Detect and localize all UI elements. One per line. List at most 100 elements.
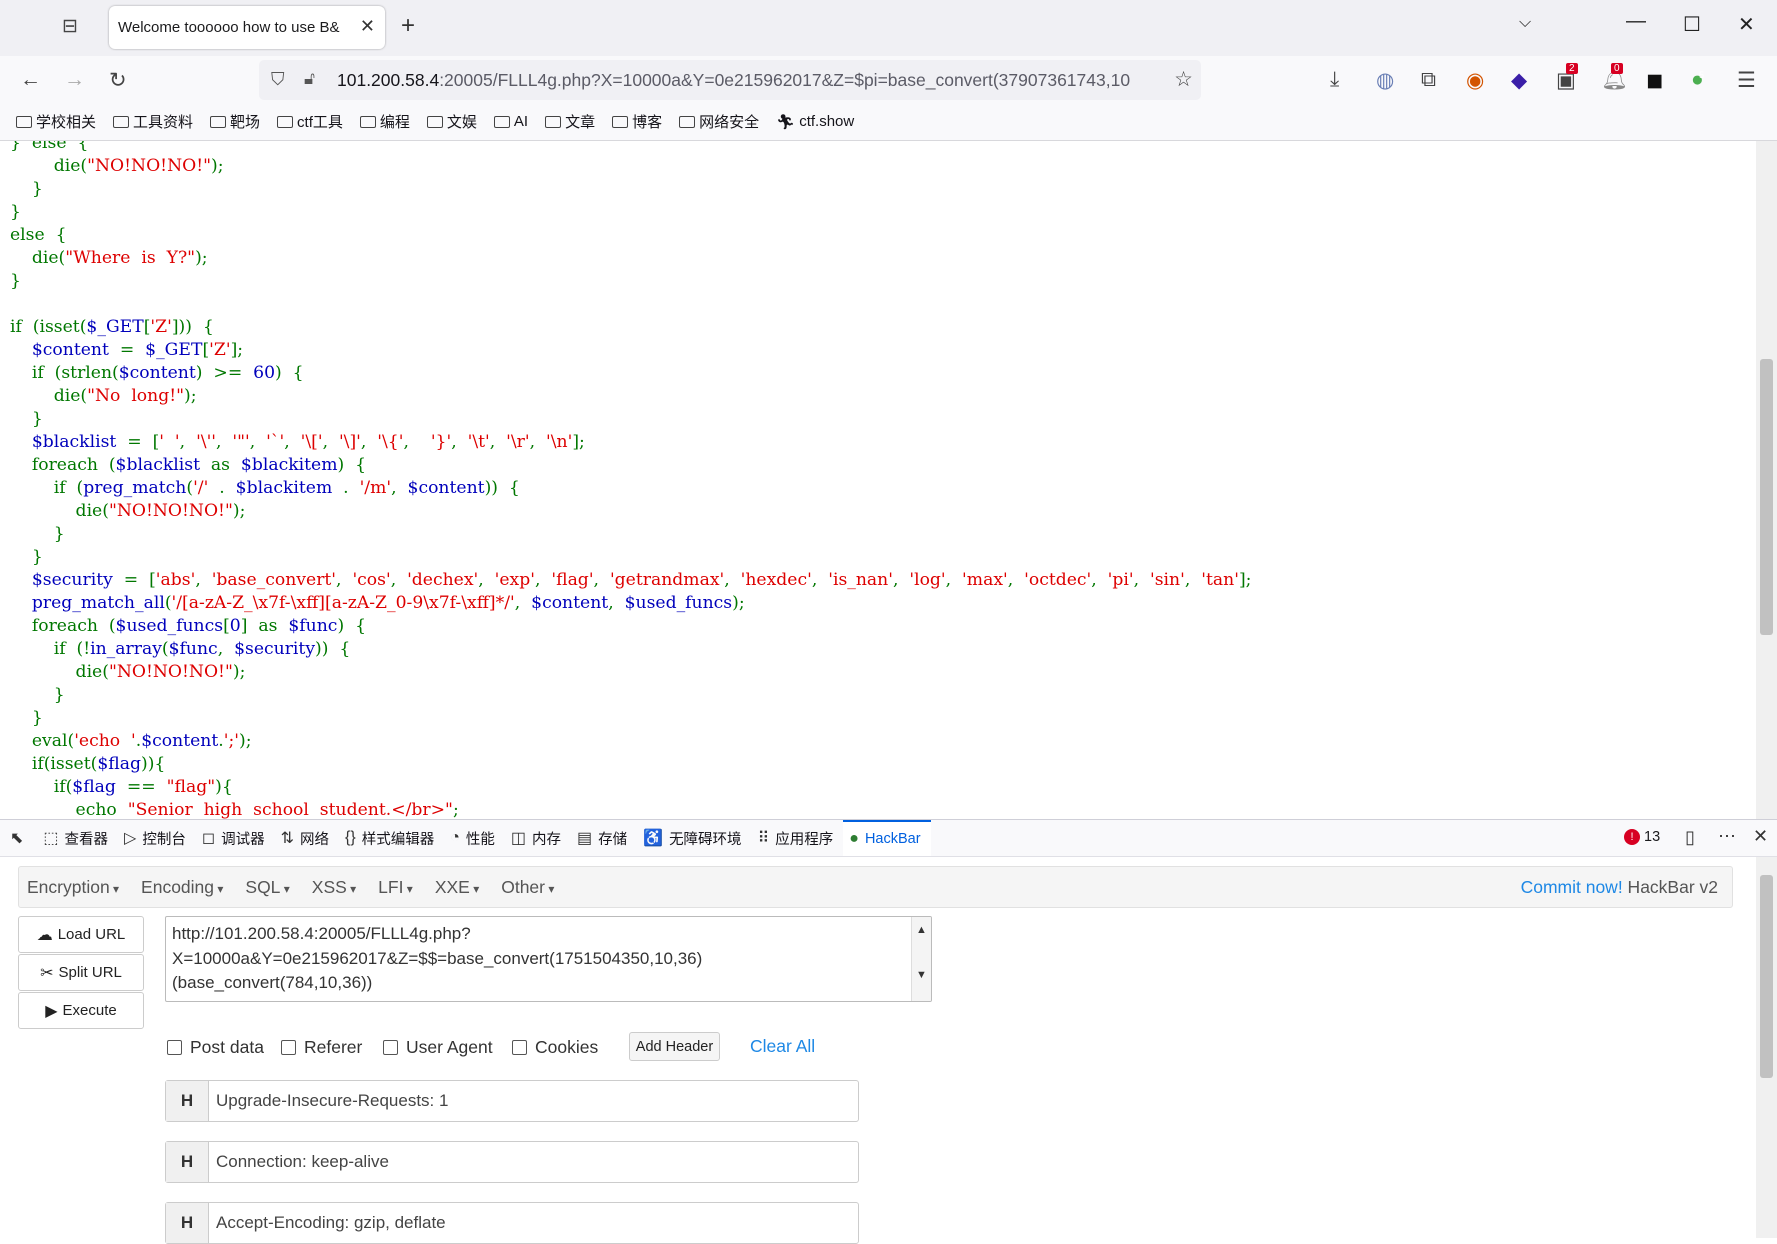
- checkbox-box[interactable]: [383, 1040, 398, 1055]
- split-url-button[interactable]: ✂ Split URL: [18, 954, 144, 991]
- extension-blocker-icon[interactable]: ◉: [1466, 68, 1484, 93]
- devtools-tab[interactable]: ⇅ 网络: [275, 820, 339, 856]
- bookmark-item[interactable]: 学校相关: [16, 111, 96, 132]
- code-line: }: [10, 546, 1756, 569]
- commit-link-text[interactable]: Commit now!: [1521, 877, 1623, 897]
- hackbar-menu-dropdown[interactable]: Other: [501, 877, 554, 898]
- execute-button[interactable]: ▶ Execute: [18, 992, 144, 1029]
- code-token: '\t': [467, 432, 490, 452]
- hackbar-menu-dropdown[interactable]: XXE: [435, 877, 479, 898]
- bookmark-item[interactable]: 靶场: [210, 111, 260, 132]
- insecure-lock-icon[interactable]: 🔓︎: [304, 69, 315, 89]
- code-line: else {: [10, 224, 1756, 247]
- scrollbar-thumb[interactable]: [1760, 359, 1773, 635]
- folder-icon: [113, 115, 130, 128]
- checkbox-box[interactable]: [281, 1040, 296, 1055]
- devtools-tab[interactable]: ◻ 调试器: [196, 820, 275, 856]
- extension-diamond-icon[interactable]: ◆: [1511, 68, 1527, 93]
- hackbar-menu-dropdown[interactable]: LFI: [378, 877, 413, 898]
- bookmark-item[interactable]: 工具资料: [113, 111, 193, 132]
- maximize-icon[interactable]: ☐: [1683, 12, 1701, 37]
- hackbar-menu-dropdown[interactable]: Encoding: [141, 877, 223, 898]
- header-row[interactable]: H Connection: keep-alive: [165, 1141, 859, 1183]
- bookmark-star-icon[interactable]: ☆: [1170, 67, 1193, 92]
- add-header-button[interactable]: Add Header: [629, 1032, 720, 1061]
- bookmark-item[interactable]: 网络安全: [679, 111, 759, 132]
- devtools-tab[interactable]: {} 样式编辑器: [339, 820, 444, 856]
- devtools-close-icon[interactable]: ✕: [1753, 826, 1768, 847]
- minimize-icon[interactable]: —: [1626, 10, 1646, 33]
- extension-globe-icon[interactable]: ◍: [1376, 68, 1394, 93]
- hackbar-menu-dropdown[interactable]: Encryption: [27, 877, 119, 898]
- header-value[interactable]: Accept-Encoding: gzip, deflate: [209, 1213, 446, 1233]
- tab-overview-icon[interactable]: ⊟: [62, 15, 78, 38]
- checkbox-box[interactable]: [512, 1040, 527, 1055]
- back-arrow-icon[interactable]: ←: [20, 68, 41, 92]
- reload-icon[interactable]: ↻: [109, 68, 127, 93]
- bookmark-item[interactable]: ctf工具: [277, 111, 343, 132]
- bookmark-item[interactable]: 🏃︎ ctf.show: [776, 113, 854, 131]
- tab-list-chevron-down-icon[interactable]: ⌵: [1519, 14, 1531, 32]
- shield-icon[interactable]: ⛉: [271, 69, 285, 90]
- load-url-button[interactable]: ☁ Load URL: [18, 916, 144, 953]
- code-token: )) {: [484, 478, 520, 498]
- commit-now-link[interactable]: Commit now! HackBar v2: [1521, 877, 1718, 898]
- devtools-tab[interactable]: ◔ 性能: [444, 820, 505, 856]
- checkbox-box[interactable]: [167, 1040, 182, 1055]
- extension-mask-icon[interactable]: ◼: [1646, 68, 1663, 93]
- code-line: $security = ['abs', 'base_convert', 'cos…: [10, 569, 1756, 592]
- devtools-tab[interactable]: ▷ 控制台: [118, 820, 196, 856]
- address-bar[interactable]: ⛉ 🔓︎ 101.200.58.4:20005/FLLL4g.php?X=100…: [259, 60, 1201, 100]
- page-scrollbar[interactable]: [1756, 141, 1777, 819]
- extensions-puzzle-icon[interactable]: ⧉: [1421, 68, 1436, 92]
- bookmark-item[interactable]: 编程: [359, 111, 410, 132]
- devtools-tab[interactable]: ◫ 内存: [505, 820, 571, 856]
- scroll-up-icon[interactable]: ▲: [916, 918, 927, 943]
- code-token: $used_funcs: [624, 593, 733, 613]
- window-close-icon[interactable]: ✕: [1738, 12, 1755, 37]
- header-row[interactable]: H Upgrade-Insecure-Requests: 1: [165, 1080, 859, 1122]
- code-token: $blackitem: [240, 455, 338, 475]
- hackbar-menu-dropdown[interactable]: XSS: [312, 877, 356, 898]
- bookmark-item[interactable]: AI: [493, 113, 528, 130]
- devtools-tab-label: 调试器: [221, 831, 265, 848]
- header-value[interactable]: Connection: keep-alive: [209, 1152, 389, 1172]
- cookies-checkbox[interactable]: Cookies: [512, 1037, 598, 1058]
- forward-arrow-icon[interactable]: →: [64, 68, 85, 92]
- error-counter[interactable]: ! 13: [1624, 829, 1660, 845]
- bookmark-item[interactable]: 文章: [545, 111, 595, 132]
- hackbar-menu-dropdown[interactable]: SQL: [245, 877, 289, 898]
- devtools-tab[interactable]: ⠿ 应用程序: [752, 820, 844, 856]
- ctfshow-runner-icon: 🏃︎: [776, 113, 796, 131]
- scrollbar-thumb[interactable]: [1760, 875, 1773, 1078]
- bookmark-item[interactable]: 博客: [612, 111, 662, 132]
- new-tab-icon[interactable]: +: [401, 12, 415, 40]
- url-textarea[interactable]: http://101.200.58.4:20005/FLLL4g.php? X=…: [165, 916, 932, 1002]
- scroll-down-icon[interactable]: ▼: [916, 963, 927, 988]
- element-picker-icon[interactable]: ⬉: [6, 820, 37, 856]
- header-value[interactable]: Upgrade-Insecure-Requests: 1: [209, 1091, 448, 1111]
- hackbar-scrollbar[interactable]: [1756, 857, 1777, 1238]
- user-agent-checkbox[interactable]: User Agent: [383, 1037, 493, 1058]
- close-icon[interactable]: ✕: [360, 16, 375, 37]
- download-icon[interactable]: ⤓: [1330, 68, 1339, 92]
- dock-side-icon[interactable]: ▯: [1685, 827, 1695, 848]
- devtools-tab[interactable]: ⬚ 查看器: [37, 820, 118, 856]
- devtools-tab[interactable]: ● HackBar: [843, 820, 931, 856]
- devtools-tab[interactable]: ♿ 无障碍环境: [637, 820, 751, 856]
- clear-all-link[interactable]: Clear All: [750, 1036, 815, 1057]
- extension-badge-icon[interactable]: ▣ 2: [1556, 63, 1578, 93]
- browser-tab[interactable]: Welcome toooooo how to use B& ✕: [109, 6, 385, 49]
- post-data-checkbox[interactable]: Post data: [167, 1037, 264, 1058]
- textarea-scrollbar[interactable]: ▲ ▼: [911, 917, 931, 1001]
- storage-icon: ▤: [577, 830, 593, 847]
- header-h-label: H: [166, 1203, 209, 1243]
- devtools-tab[interactable]: ▤ 存储: [571, 820, 637, 856]
- menu-hamburger-icon[interactable]: ☰: [1737, 68, 1756, 93]
- referer-checkbox[interactable]: Referer: [281, 1037, 362, 1058]
- extension-bell-icon[interactable]: 🔔︎ 0: [1601, 63, 1628, 92]
- code-token: [: [223, 616, 230, 636]
- bookmark-item[interactable]: 文娱: [426, 111, 477, 132]
- extension-green-icon[interactable]: ● 5: [1691, 68, 1704, 92]
- more-options-icon[interactable]: ⋯: [1718, 826, 1736, 847]
